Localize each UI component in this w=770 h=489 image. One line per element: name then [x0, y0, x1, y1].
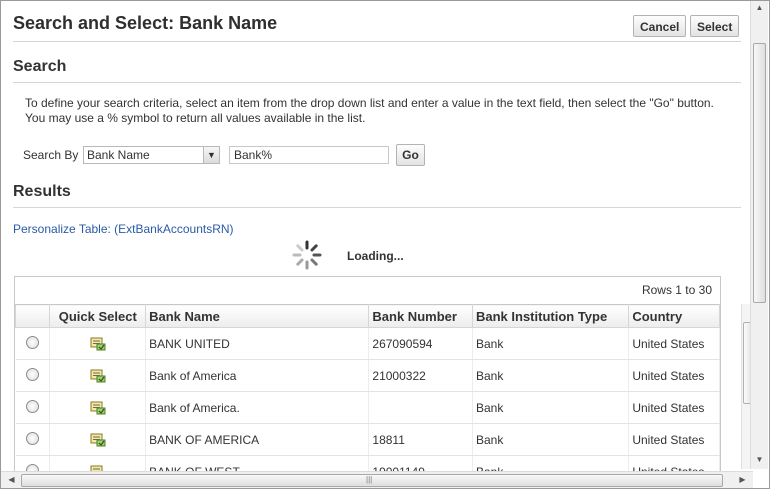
dialog-scroll-thumb[interactable]: [753, 43, 766, 303]
search-instructions: To define your search criteria, select a…: [25, 96, 714, 125]
grip-icon: |||: [366, 475, 373, 484]
quick-select-icon[interactable]: [90, 433, 106, 447]
bank-type-cell: Bank: [472, 391, 630, 424]
bank-name-cell: BANK OF AMERICA: [145, 423, 370, 456]
personalize-table-link[interactable]: Personalize Table: (ExtBankAccountsRN): [13, 222, 234, 236]
country-cell: United States: [628, 327, 720, 360]
search-heading: Search: [13, 58, 67, 75]
bank-number-cell: 21000322: [368, 359, 473, 392]
scroll-right-arrow-icon[interactable]: ▶: [734, 473, 751, 487]
scroll-up-arrow-icon[interactable]: ▲: [751, 1, 768, 15]
table-row: BANK OF AMERICA 18811 Bank United States: [15, 423, 720, 456]
divider: [13, 82, 741, 83]
search-select-dialog: Search and Select: Bank Name Cancel Sele…: [0, 0, 770, 489]
table-row: Bank of America. Bank United States: [15, 391, 720, 424]
divider: [13, 41, 741, 42]
cancel-button[interactable]: Cancel: [633, 15, 687, 37]
dialog-title: Search and Select: Bank Name: [13, 13, 278, 33]
bank-name-cell: Bank of America.: [145, 391, 370, 424]
select-button[interactable]: Select: [690, 15, 740, 37]
table-row: BANK UNITED 267090594 Bank United States: [15, 327, 720, 360]
dialog-vertical-scrollbar[interactable]: ▲ ▼: [750, 1, 768, 469]
bank-type-cell: Bank: [472, 423, 630, 456]
results-table: Rows 1 to 30 Quick Select Bank Name Bank…: [14, 276, 721, 477]
country-cell: United States: [628, 423, 720, 456]
row-radio[interactable]: [25, 431, 39, 445]
loading-text: Loading...: [347, 249, 404, 263]
dialog-horizontal-scrollbar[interactable]: ◀ ||| ▶: [1, 471, 753, 488]
bank-number-cell: [368, 391, 473, 424]
row-radio[interactable]: [25, 335, 39, 349]
column-header-country[interactable]: Country: [628, 304, 720, 328]
bank-type-cell: Bank: [472, 327, 630, 360]
row-radio[interactable]: [25, 399, 39, 413]
row-radio[interactable]: [25, 367, 39, 381]
rows-info: Rows 1 to 30: [641, 283, 712, 297]
loading-spinner-icon: [292, 240, 322, 270]
bank-name-cell: BANK UNITED: [145, 327, 370, 360]
column-header-quick-select[interactable]: Quick Select: [49, 304, 147, 328]
results-grid: Quick Select Bank Name Bank Number Bank …: [15, 304, 720, 477]
table-header-row: Quick Select Bank Name Bank Number Bank …: [15, 304, 720, 328]
search-by-value: Bank Name: [87, 148, 150, 162]
divider: [13, 207, 741, 208]
bank-name-cell: Bank of America: [145, 359, 370, 392]
bank-number-cell: 267090594: [368, 327, 473, 360]
column-header-bank-name[interactable]: Bank Name: [145, 304, 370, 328]
horizontal-scroll-thumb[interactable]: |||: [21, 474, 723, 487]
search-input[interactable]: Bank%: [229, 146, 389, 164]
bank-number-cell: 18811: [368, 423, 473, 456]
column-header-bank-number[interactable]: Bank Number: [368, 304, 473, 328]
go-button[interactable]: Go: [396, 144, 425, 166]
quick-select-icon[interactable]: [90, 337, 106, 351]
table-row: Bank of America 21000322 Bank United Sta…: [15, 359, 720, 392]
search-by-label: Search By: [23, 148, 79, 162]
bank-type-cell: Bank: [472, 359, 630, 392]
results-heading: Results: [13, 183, 71, 200]
search-by-select[interactable]: Bank Name ▼: [83, 146, 220, 164]
scroll-left-arrow-icon[interactable]: ◀: [3, 473, 20, 487]
country-cell: United States: [628, 359, 720, 392]
quick-select-icon[interactable]: [90, 401, 106, 415]
chevron-down-icon[interactable]: ▼: [203, 147, 219, 163]
column-header-bank-institution-type[interactable]: Bank Institution Type: [471, 304, 630, 328]
quick-select-icon[interactable]: [90, 369, 106, 383]
country-cell: United States: [628, 391, 720, 424]
radio-column-header: [15, 304, 51, 328]
scroll-down-arrow-icon[interactable]: ▼: [751, 453, 768, 467]
